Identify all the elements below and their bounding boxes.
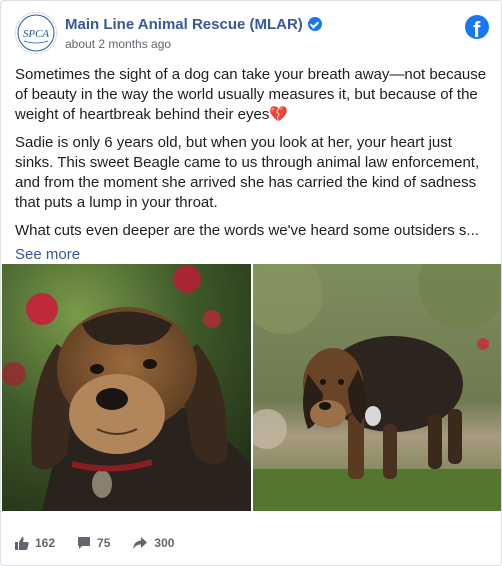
shares-stat[interactable]: 300 xyxy=(132,536,174,550)
shares-count: 300 xyxy=(154,536,175,550)
comments-stat[interactable]: 75 xyxy=(77,536,110,550)
comment-icon xyxy=(78,537,91,549)
page-name[interactable]: Main Line Animal Rescue (MLAR) xyxy=(65,16,303,33)
facebook-logo-icon[interactable]: f xyxy=(465,15,489,39)
photo-dog-closeup[interactable] xyxy=(2,264,251,511)
share-arrow-icon xyxy=(133,537,148,549)
photo-dog-walking[interactable] xyxy=(253,264,501,511)
facebook-post-card: SPCA Main Line Animal Rescue (MLAR) abou… xyxy=(0,0,502,566)
verified-badge-icon xyxy=(307,17,322,31)
post-header: SPCA Main Line Animal Rescue (MLAR) abou… xyxy=(15,12,489,54)
avatar-text: SPCA xyxy=(23,28,50,40)
post-paragraph-1: Sometimes the sight of a dog can take yo… xyxy=(15,66,487,123)
spca-logo-icon: SPCA xyxy=(17,14,55,52)
likes-stat[interactable]: 162 xyxy=(15,536,55,550)
likes-count: 162 xyxy=(35,536,56,550)
avatar[interactable]: SPCA xyxy=(15,12,57,54)
engagement-bar: 162 75 300 xyxy=(15,533,196,553)
photo-grid xyxy=(2,264,501,511)
comments-count: 75 xyxy=(97,536,111,550)
see-more-link[interactable]: See more xyxy=(15,245,80,265)
post-timestamp[interactable]: about 2 months ago xyxy=(65,37,171,51)
post-paragraph-2: Sadie is only 6 years old, but when you … xyxy=(15,134,480,211)
post-body: Sometimes the sight of a dog can take yo… xyxy=(15,65,491,265)
thumbs-up-icon xyxy=(15,537,29,550)
post-paragraph-3: What cuts even deeper are the words we'v… xyxy=(15,222,479,239)
page-name-link[interactable]: Main Line Animal Rescue (MLAR) xyxy=(65,16,322,33)
